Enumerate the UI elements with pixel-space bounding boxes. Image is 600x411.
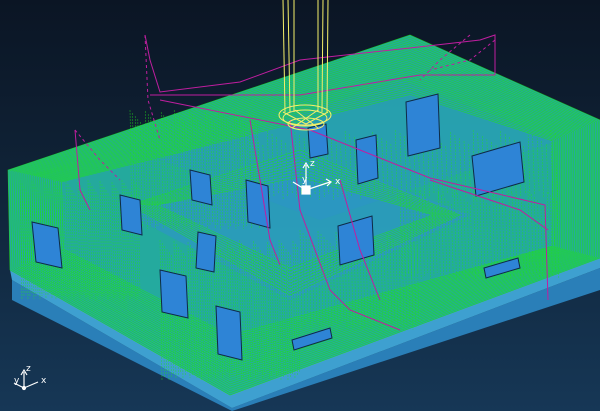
boss — [307, 123, 329, 159]
boss — [215, 305, 243, 361]
boss — [355, 134, 379, 185]
cam-3d-viewport[interactable]: z y x z y x — [0, 0, 600, 411]
triad-z-label: z — [26, 364, 31, 374]
tool-axis-z-label: z — [310, 159, 315, 169]
boss — [119, 194, 143, 236]
part-scene — [7, 0, 600, 411]
boss — [405, 93, 441, 157]
boss — [195, 231, 217, 273]
triad-y-label: y — [14, 376, 20, 386]
triad-x-label: x — [41, 376, 47, 386]
tool-axis-y-label: y — [302, 175, 308, 185]
boss — [31, 221, 63, 269]
boss — [189, 169, 213, 206]
tool-axis-x-label: x — [335, 177, 341, 187]
boss — [159, 269, 189, 319]
